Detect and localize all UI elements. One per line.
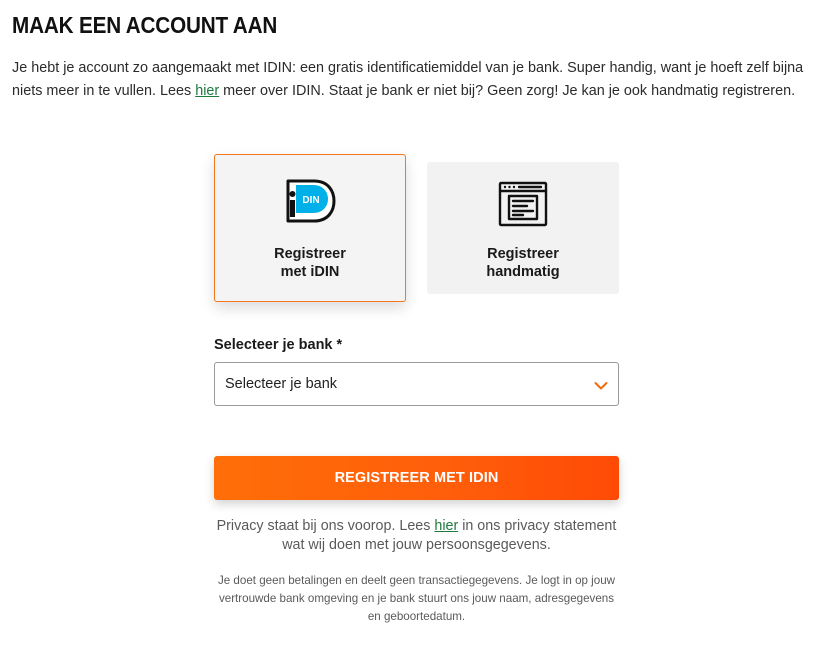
idin-logo-icon: DIN <box>284 178 336 229</box>
bank-select[interactable]: Selecteer je bank <box>214 362 619 406</box>
bank-select-value: Selecteer je bank <box>225 376 338 392</box>
intro-text: Je hebt je account zo aangemaakt met IDI… <box>12 57 824 103</box>
privacy-text: Privacy staat bij ons voorop. Lees hier … <box>214 517 619 555</box>
intro-text-end: meer over IDIN. Staat je bank er niet bi… <box>219 83 796 99</box>
footnote-text: Je doet geen betalingen en deelt geen tr… <box>217 574 616 623</box>
register-manual-option[interactable]: Registreer handmatig <box>427 162 619 294</box>
idin-logo-text: DIN <box>302 195 319 206</box>
register-idin-option[interactable]: DIN Registreer met iDIN <box>214 154 406 302</box>
bank-select-label: Selecteer je bank * <box>214 337 343 353</box>
register-idin-label: Registreer met iDIN <box>274 246 346 280</box>
privacy-link[interactable]: hier <box>434 518 458 534</box>
browser-form-icon <box>497 180 549 233</box>
register-idin-button[interactable]: REGISTREER MET IDIN <box>214 456 619 500</box>
idin-info-link[interactable]: hier <box>195 83 219 99</box>
chevron-down-icon <box>594 378 608 396</box>
page-title: MAAK EEN ACCOUNT AAN <box>12 12 278 38</box>
register-manual-label: Registreer handmatig <box>486 246 560 280</box>
privacy-text-start: Privacy staat bij ons voorop. Lees <box>216 518 435 534</box>
